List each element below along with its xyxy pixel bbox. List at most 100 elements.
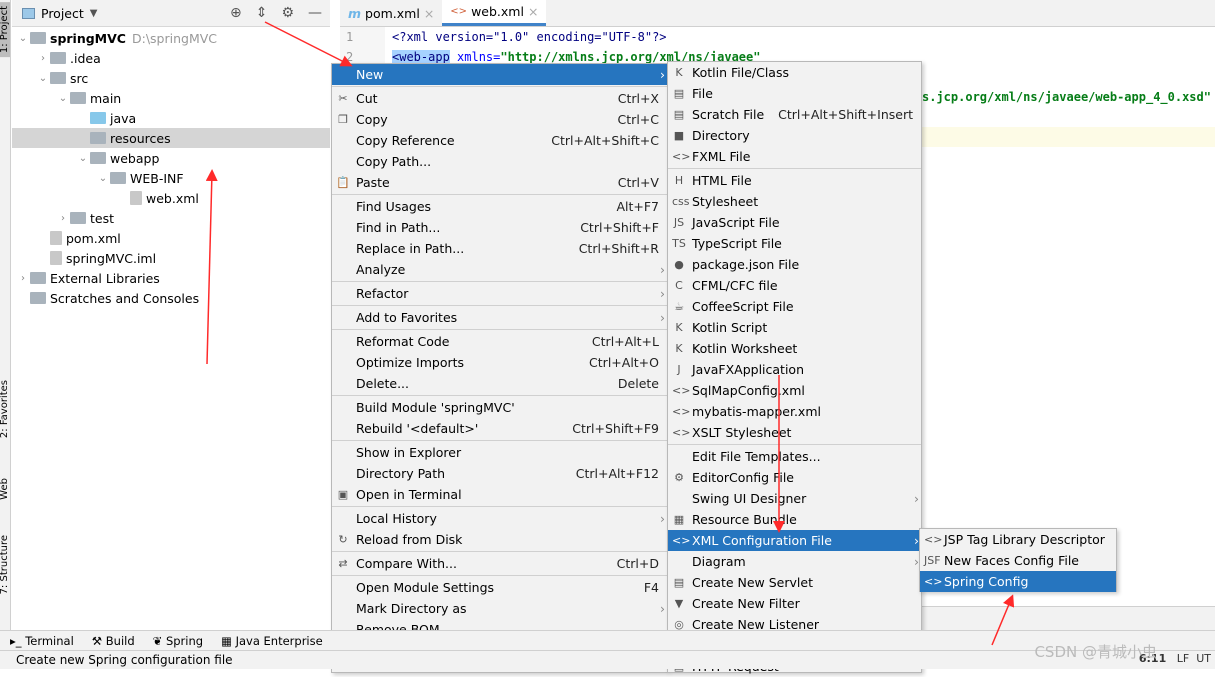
chevron-down-icon[interactable]: ▼ [90, 8, 98, 19]
menu-item-directory-path[interactable]: Directory Path Ctrl+Alt+F12 [332, 463, 667, 484]
expand-toggle-icon[interactable]: › [36, 53, 50, 64]
tool-build[interactable]: ⚒ Build [92, 634, 135, 648]
tab-pom-xml[interactable]: m pom.xml × [340, 0, 442, 26]
expand-toggle-icon[interactable]: ⌄ [76, 153, 90, 164]
menu-item-find-in-path[interactable]: Find in Path... Ctrl+Shift+F [332, 217, 667, 238]
menu-item-xslt-stylesheet[interactable]: <> XSLT Stylesheet [668, 422, 921, 443]
side-tab-project[interactable]: 1: Project [0, 2, 10, 58]
menu-item-javafxapplication[interactable]: J JavaFXApplication [668, 359, 921, 380]
menu-item-swing-ui-designer[interactable]: Swing UI Designer › [668, 488, 921, 509]
menu-item-reformat-code[interactable]: Reformat Code Ctrl+Alt+L [332, 331, 667, 352]
expand-toggle-icon[interactable]: › [16, 273, 30, 284]
menu-item-resource-bundle[interactable]: ▦ Resource Bundle [668, 509, 921, 530]
tree-item-web-xml[interactable]: web.xml [12, 188, 330, 208]
menu-item-kotlin-script[interactable]: K Kotlin Script [668, 317, 921, 338]
side-tab-web[interactable]: Web [0, 478, 10, 500]
menu-item-compare-with[interactable]: ⇄ Compare With... Ctrl+D [332, 553, 667, 574]
watermark: CSDN @青城小虫 [1034, 643, 1157, 661]
minimize-icon[interactable]: — [308, 5, 322, 21]
tree-item-test[interactable]: › test [12, 208, 330, 228]
tree-item-web-inf[interactable]: ⌄ WEB-INF [12, 168, 330, 188]
menu-item-show-in-explorer[interactable]: Show in Explorer [332, 442, 667, 463]
tree-item-idea[interactable]: › .idea [12, 48, 330, 68]
menu-item-cfml-cfc-file[interactable]: C CFML/CFC file [668, 275, 921, 296]
menu-item-new[interactable]: New › [332, 64, 667, 85]
menu-item-directory[interactable]: ■ Directory [668, 125, 921, 146]
menu-item-refactor[interactable]: Refactor › [332, 283, 667, 304]
menu-item-new-faces-config-file[interactable]: JSF New Faces Config File [920, 550, 1116, 571]
menu-item-open-module-settings[interactable]: Open Module Settings F4 [332, 577, 667, 598]
side-tab-structure[interactable]: 7: Structure [0, 535, 10, 594]
menu-item-label: CFML/CFC file [692, 278, 778, 293]
tree-item-webapp[interactable]: ⌄ webapp [12, 148, 330, 168]
expand-toggle-icon[interactable]: ⌄ [36, 73, 50, 84]
menu-item-html-file[interactable]: H HTML File [668, 170, 921, 191]
menu-item-coffeescript-file[interactable]: ☕ CoffeeScript File [668, 296, 921, 317]
expand-toggle-icon[interactable]: ⌄ [16, 33, 30, 44]
menu-item-delete[interactable]: Delete... Delete [332, 373, 667, 394]
menu-item-build-module-springmvc[interactable]: Build Module 'springMVC' [332, 397, 667, 418]
menu-item-create-new-servlet[interactable]: ▤ Create New Servlet [668, 572, 921, 593]
menu-item-scratch-file[interactable]: ▤ Scratch File Ctrl+Alt+Shift+Insert [668, 104, 921, 125]
gear-icon[interactable]: ⚙ [281, 5, 294, 21]
menu-item-edit-file-templates[interactable]: Edit File Templates... [668, 446, 921, 467]
menu-item-add-to-favorites[interactable]: Add to Favorites › [332, 307, 667, 328]
tool-terminal[interactable]: ▸_ Terminal [10, 634, 74, 648]
tree-item-resources[interactable]: resources [12, 128, 330, 148]
tree-item-main[interactable]: ⌄ main [12, 88, 330, 108]
expand-toggle-icon[interactable]: ⌄ [96, 173, 110, 184]
menu-item-xml-configuration-file[interactable]: <> XML Configuration File › [668, 530, 921, 551]
tool-spring[interactable]: ❦ Spring [153, 634, 203, 648]
menu-item-file[interactable]: ▤ File [668, 83, 921, 104]
menu-item-editorconfig-file[interactable]: ⚙ EditorConfig File [668, 467, 921, 488]
menu-item-mybatis-mapper-xml[interactable]: <> mybatis-mapper.xml [668, 401, 921, 422]
collapse-all-icon[interactable]: ⇕ [256, 5, 268, 21]
menu-item-create-new-filter[interactable]: ▼ Create New Filter [668, 593, 921, 614]
tab-web-xml[interactable]: <> web.xml × [442, 0, 547, 26]
menu-item-mark-directory-as[interactable]: Mark Directory as › [332, 598, 667, 619]
menu-item-jsp-tag-library-descriptor[interactable]: <> JSP Tag Library Descriptor [920, 529, 1116, 550]
menu-item-kotlin-worksheet[interactable]: K Kotlin Worksheet [668, 338, 921, 359]
tree-item-springmvc-iml[interactable]: springMVC.iml [12, 248, 330, 268]
menu-item-package-json-file[interactable]: ● package.json File [668, 254, 921, 275]
menu-item-stylesheet[interactable]: css Stylesheet [668, 191, 921, 212]
menu-item-copy-reference[interactable]: Copy Reference Ctrl+Alt+Shift+C [332, 130, 667, 151]
menu-item-sqlmapconfig-xml[interactable]: <> SqlMapConfig.xml [668, 380, 921, 401]
menu-item-copy[interactable]: ❐ Copy Ctrl+C [332, 109, 667, 130]
menu-item-spring-config[interactable]: <> Spring Config [920, 571, 1116, 592]
locate-icon[interactable]: ⊕ [230, 5, 242, 21]
menu-item-copy-path[interactable]: Copy Path... [332, 151, 667, 172]
tree-item-java[interactable]: java [12, 108, 330, 128]
menu-item-typescript-file[interactable]: TS TypeScript File [668, 233, 921, 254]
menu-item-cut[interactable]: ✂ Cut Ctrl+X [332, 88, 667, 109]
close-icon[interactable]: × [528, 4, 538, 19]
menu-item-kotlin-file-class[interactable]: K Kotlin File/Class [668, 62, 921, 83]
tree-item-scratches-and-consoles[interactable]: Scratches and Consoles [12, 288, 330, 308]
side-tab-favorites[interactable]: 2: Favorites [0, 380, 10, 438]
menu-item-open-in-terminal[interactable]: ▣ Open in Terminal [332, 484, 667, 505]
expand-toggle-icon[interactable]: › [56, 213, 70, 224]
menu-item-fxml-file[interactable]: <> FXML File [668, 146, 921, 167]
menu-item-paste[interactable]: 📋 Paste Ctrl+V [332, 172, 667, 193]
typescript-file-icon: TS [672, 237, 686, 250]
project-view-selector[interactable]: Project [41, 6, 84, 21]
menu-item-replace-in-path[interactable]: Replace in Path... Ctrl+Shift+R [332, 238, 667, 259]
menu-item-analyze[interactable]: Analyze › [332, 259, 667, 280]
file-icon [50, 251, 62, 265]
folder-icon [30, 272, 46, 284]
expand-toggle-icon[interactable]: ⌄ [56, 93, 70, 104]
tree-item-external-libraries[interactable]: › External Libraries [12, 268, 330, 288]
line-number: 1 [346, 30, 354, 44]
menu-item-javascript-file[interactable]: JS JavaScript File [668, 212, 921, 233]
menu-item-rebuild-default[interactable]: Rebuild '<default>' Ctrl+Shift+F9 [332, 418, 667, 439]
tool-java-enterprise[interactable]: ▦ Java Enterprise [221, 634, 323, 648]
menu-item-diagram[interactable]: Diagram › [668, 551, 921, 572]
menu-item-find-usages[interactable]: Find Usages Alt+F7 [332, 196, 667, 217]
menu-item-reload-from-disk[interactable]: ↻ Reload from Disk [332, 529, 667, 550]
tree-item-pom-xml[interactable]: pom.xml [12, 228, 330, 248]
close-icon[interactable]: × [424, 6, 434, 21]
tree-item-src[interactable]: ⌄ src [12, 68, 330, 88]
tree-item-springmvc[interactable]: ⌄ springMVC D:\springMVC [12, 28, 330, 48]
menu-item-optimize-imports[interactable]: Optimize Imports Ctrl+Alt+O [332, 352, 667, 373]
menu-item-local-history[interactable]: Local History › [332, 508, 667, 529]
